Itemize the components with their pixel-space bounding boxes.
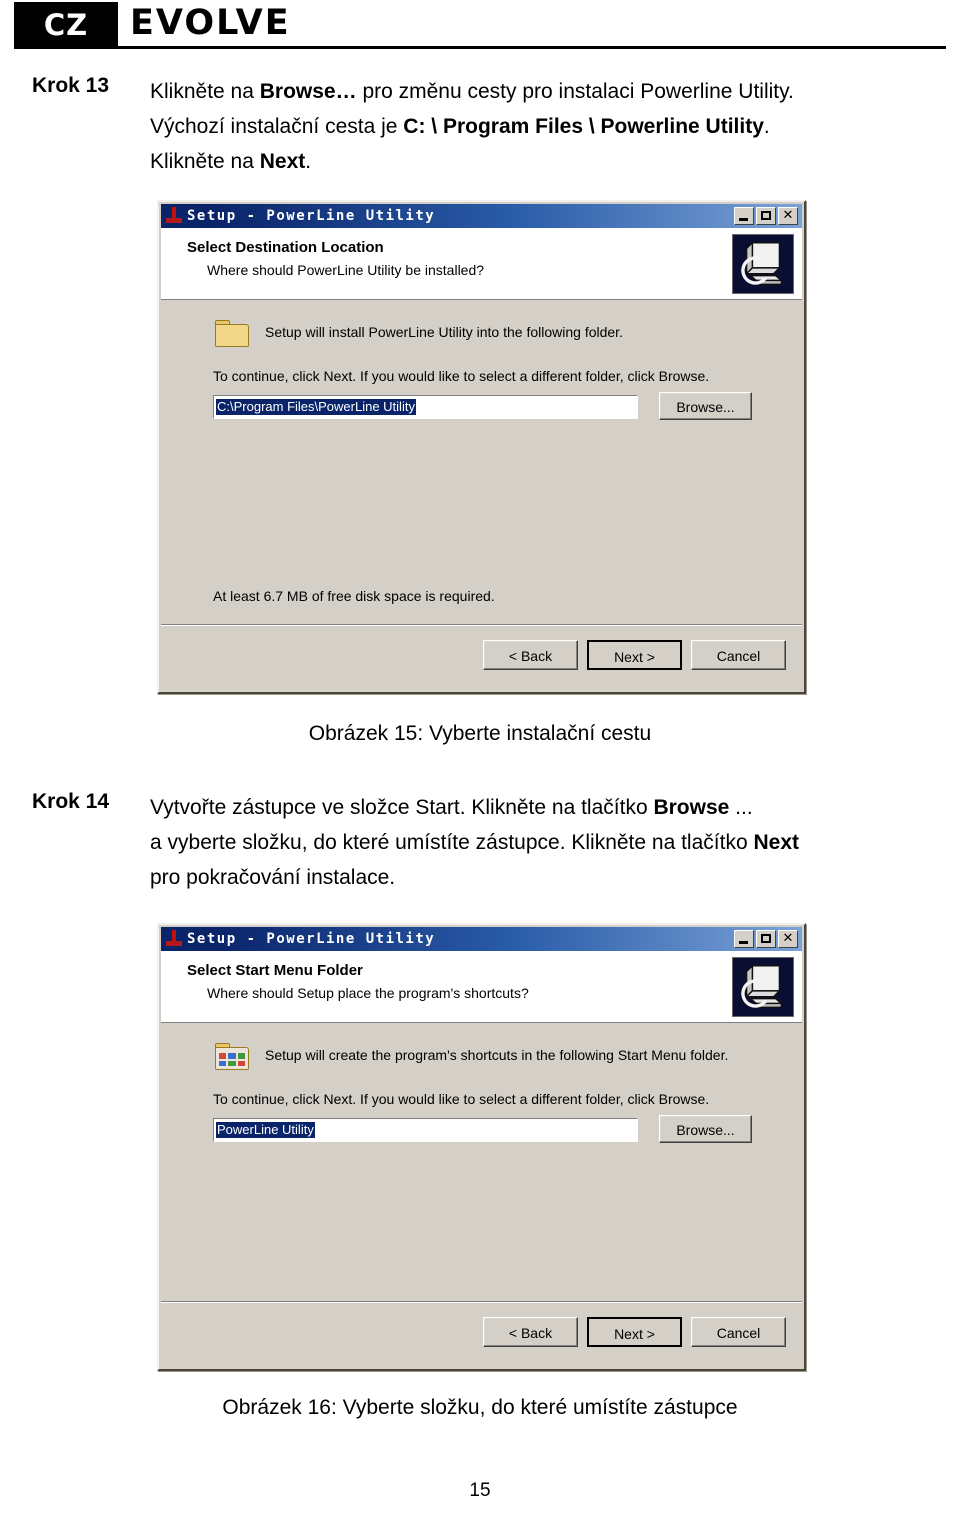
maximize-button[interactable] [756, 207, 776, 225]
browse-button[interactable]: Browse... [659, 392, 752, 420]
maximize-button[interactable] [756, 930, 776, 948]
dialog-footer: < Back Next > Cancel [161, 626, 802, 690]
step-label: Krok 13 [32, 74, 110, 97]
cancel-button[interactable]: Cancel [691, 1317, 786, 1347]
close-button[interactable]: ✕ [778, 207, 798, 225]
next-button[interactable]: Next > [587, 640, 682, 670]
back-button[interactable]: < Back [483, 1317, 578, 1347]
shortcut-folder-text: Setup will create the program's shortcut… [265, 1047, 729, 1063]
step-line-pre: Klikněte na [150, 150, 260, 173]
minimize-button[interactable] [734, 207, 754, 225]
step-line: Vytvořte zástupce ve složce Start. Klikn… [150, 790, 950, 825]
window-controls[interactable]: ✕ [734, 930, 798, 948]
step-line-bold: Browse [653, 796, 730, 819]
browse-button[interactable]: Browse... [659, 1115, 752, 1143]
step-line-bold: Browse… [259, 80, 357, 103]
minimize-button[interactable] [734, 930, 754, 948]
back-button[interactable]: < Back [483, 640, 578, 670]
window-controls[interactable]: ✕ [734, 207, 798, 225]
setup-dialog-destination[interactable]: Setup - PowerLine Utility ✕ Select Desti… [157, 200, 806, 694]
step-line-pre: a vyberte složku, do které umístíte zást… [150, 831, 754, 854]
footer-buttons: < Back Next > Cancel [483, 640, 786, 670]
startmenu-folder-value: PowerLine Utility [216, 1122, 315, 1138]
dialog-body: Setup will create the program's shortcut… [161, 1023, 802, 1303]
step-line-bold: C: \ Program Files \ Powerline Utility [403, 115, 764, 138]
step-line-post: ... [729, 796, 753, 819]
step-line: a vyberte složku, do které umístíte zást… [150, 825, 950, 860]
startmenu-folder-input[interactable]: PowerLine Utility [213, 1118, 638, 1142]
titlebar[interactable]: Setup - PowerLine Utility ✕ [161, 204, 802, 228]
maximize-icon [761, 934, 771, 943]
start-menu-folder-icon [215, 1043, 249, 1070]
dialog-body: Setup will install PowerLine Utility int… [161, 300, 802, 626]
minimize-icon [739, 218, 748, 221]
titlebar-title: Setup - PowerLine Utility [187, 931, 436, 947]
close-icon: ✕ [782, 208, 794, 223]
destination-path-value: C:\Program Files\PowerLine Utility [216, 399, 416, 415]
dialog-header-title: Select Destination Location [187, 239, 384, 256]
next-button[interactable]: Next > [587, 1317, 682, 1347]
step-line-pre: Klikněte na [150, 80, 260, 103]
step-line-post: . [763, 115, 770, 138]
step-text: Klikněte na Browse… pro změnu cesty pro … [150, 74, 950, 179]
step-line-pre: Vytvořte zástupce ve složce Start. Klikn… [150, 796, 654, 819]
setup-pin-icon [165, 207, 183, 225]
continue-hint-text: To continue, click Next. If you would li… [213, 1091, 710, 1107]
figure-caption-15: Obrázek 15: Vyberte instalační cestu [308, 722, 652, 745]
step-line-post: . [305, 150, 312, 173]
step-line-pre: Výchozí instalační cesta je [150, 115, 404, 138]
figure-caption-16: Obrázek 16: Vyberte složku, do které umí… [222, 1396, 738, 1419]
maximize-icon [761, 211, 771, 220]
dialog-header-title: Select Start Menu Folder [187, 962, 363, 979]
step-line: Klikněte na Browse… pro změnu cesty pro … [150, 74, 950, 109]
brand-header: CZ EVOLVE [0, 0, 960, 52]
close-icon: ✕ [782, 931, 794, 946]
header-divider [14, 46, 946, 49]
step-line-pre: pro pokračování instalace. [150, 866, 396, 889]
computer-install-icon [732, 957, 794, 1017]
cz-badge: CZ [14, 2, 118, 48]
cz-badge-label: CZ [43, 8, 89, 42]
step-text: Vytvořte zástupce ve složce Start. Klikn… [150, 790, 950, 895]
cancel-button[interactable]: Cancel [691, 640, 786, 670]
setup-dialog-startmenu[interactable]: Setup - PowerLine Utility ✕ Select Start… [157, 923, 806, 1371]
step-label: Krok 14 [32, 790, 110, 813]
dialog-header: Select Destination Location Where should… [161, 228, 802, 300]
folder-icon [215, 320, 249, 347]
dialog-header: Select Start Menu Folder Where should Se… [161, 951, 802, 1023]
close-button[interactable]: ✕ [778, 930, 798, 948]
destination-path-input[interactable]: C:\Program Files\PowerLine Utility [213, 395, 638, 419]
page-number: 15 [469, 1480, 491, 1501]
step-line-bold: Next [259, 150, 306, 173]
footer-buttons: < Back Next > Cancel [483, 1317, 786, 1347]
titlebar[interactable]: Setup - PowerLine Utility ✕ [161, 927, 802, 951]
step-line: Klikněte na Next. [150, 144, 950, 179]
step-line-post: pro změnu cesty pro instalaci Powerline … [356, 80, 794, 103]
dialog-header-subtitle: Where should Setup place the program's s… [207, 985, 529, 1001]
step-line-bold: Next [753, 831, 799, 854]
step-line: pro pokračování instalace. [150, 860, 950, 895]
setup-pin-icon [165, 930, 183, 948]
dialog-footer: < Back Next > Cancel [161, 1303, 802, 1367]
evolve-wordmark: EVOLVE [130, 3, 291, 43]
install-folder-text: Setup will install PowerLine Utility int… [265, 324, 623, 340]
computer-install-icon [732, 234, 794, 294]
continue-hint-text: To continue, click Next. If you would li… [213, 368, 710, 384]
dialog-header-subtitle: Where should PowerLine Utility be instal… [207, 262, 485, 278]
titlebar-title: Setup - PowerLine Utility [187, 208, 436, 224]
disk-space-note: At least 6.7 MB of free disk space is re… [213, 588, 495, 604]
minimize-icon [739, 941, 748, 944]
step-line: Výchozí instalační cesta je C: \ Program… [150, 109, 950, 144]
